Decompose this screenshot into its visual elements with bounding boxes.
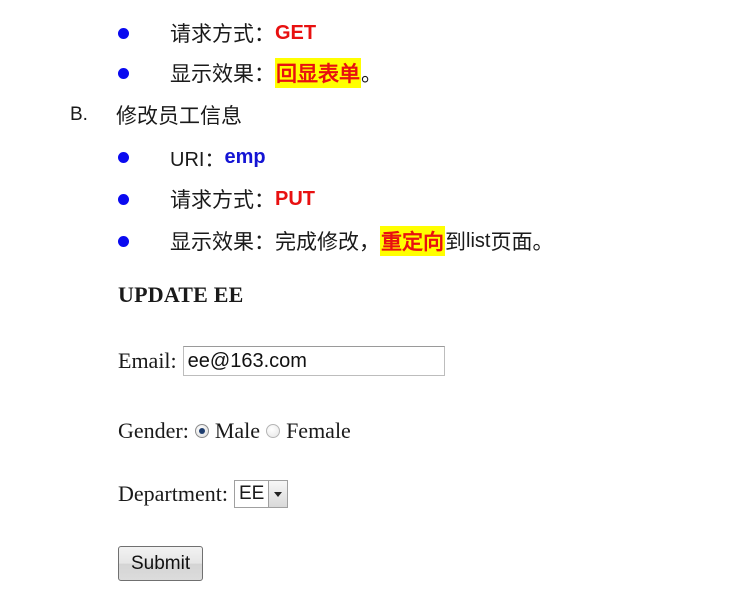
email-row: Email: [118, 346, 445, 376]
request-method-label: 请求方式： [170, 188, 275, 212]
uri-value: emp [224, 145, 266, 168]
redirect-highlight: 重定向 [380, 226, 445, 256]
section-letter: B. [70, 104, 88, 125]
display-effect-suffix: 。 [361, 62, 382, 86]
uri-label: URI： [170, 148, 225, 171]
display-effect-label: 显示效果：完成修改， [170, 230, 380, 254]
request-method-value: GET [275, 21, 317, 44]
display-effect-end: 页面。 [490, 230, 554, 254]
section-title: 修改员工信息 [116, 104, 242, 128]
bullet-dot [118, 236, 129, 247]
display-effect-highlight: 回显表单 [275, 58, 361, 88]
email-label: Email: [118, 348, 177, 373]
gender-row: Gender: Male Female [118, 418, 351, 444]
bullet-dot [118, 194, 129, 205]
department-row: Department: EE [118, 480, 289, 508]
gender-male-radio[interactable] [194, 424, 209, 438]
chevron-down-icon[interactable] [268, 481, 288, 507]
submit-button[interactable]: Submit [118, 546, 204, 581]
list-word: list [466, 229, 491, 252]
department-select[interactable]: EE [233, 480, 289, 508]
email-field[interactable] [182, 346, 445, 376]
bullet-dot [118, 152, 129, 163]
display-effect-suffix: 到 [445, 230, 466, 254]
bullet-dot [118, 28, 129, 39]
gender-male-label[interactable]: Male [215, 418, 260, 444]
request-method-value: PUT [275, 187, 315, 210]
gender-female-label[interactable]: Female [286, 418, 351, 444]
display-effect-label: 显示效果： [170, 62, 275, 86]
form-title: UPDATE EE [118, 282, 244, 307]
bullet-dot [118, 68, 129, 79]
gender-female-radio[interactable] [266, 424, 281, 438]
request-method-label: 请求方式： [170, 22, 275, 46]
department-label: Department: [118, 481, 228, 506]
department-selected-value: EE [238, 483, 265, 504]
gender-label: Gender: [118, 418, 189, 443]
